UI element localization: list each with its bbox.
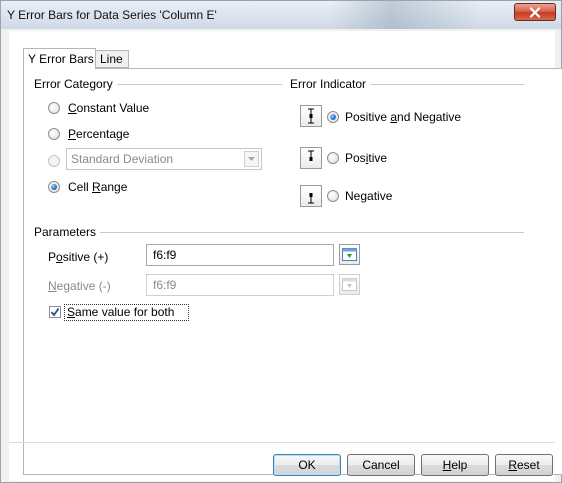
percentage-label[interactable]: Percentage bbox=[68, 127, 129, 141]
tab-line[interactable]: Line bbox=[95, 50, 129, 68]
cell-range-select-icon bbox=[342, 248, 357, 261]
ok-button[interactable]: OK bbox=[273, 454, 341, 476]
negative-range-input[interactable]: f6:f9 bbox=[146, 274, 334, 296]
help-button[interactable]: Help bbox=[421, 454, 489, 476]
positive-label-post: tive bbox=[368, 151, 388, 165]
positive-and-negative-label[interactable]: Positive and Negative bbox=[345, 110, 461, 124]
percentage-label-key: P bbox=[68, 127, 77, 141]
cancel-button[interactable]: Cancel bbox=[347, 454, 415, 476]
cell-range-label-pre: Cell bbox=[68, 180, 93, 194]
positive-range-label-post: sitive (+) bbox=[62, 250, 109, 264]
window-title: Y Error Bars for Data Series 'Column E' bbox=[7, 8, 217, 22]
reset-button[interactable]: Reset bbox=[495, 454, 553, 476]
reset-label-post: eset bbox=[516, 458, 540, 472]
positive-label-pre: Pos bbox=[345, 151, 366, 165]
same-value-label[interactable]: Same value for both bbox=[67, 305, 174, 319]
negative-range-label: Negative (-) bbox=[48, 279, 111, 293]
cell-range-radio[interactable] bbox=[48, 181, 60, 193]
positive-icon bbox=[300, 147, 322, 169]
title-bar[interactable]: Y Error Bars for Data Series 'Column E' bbox=[1, 1, 561, 29]
help-label-post: elp bbox=[451, 458, 468, 472]
positive-and-negative-icon bbox=[300, 105, 322, 127]
tab-panel: Error Category Constant Value Percentage… bbox=[23, 68, 562, 475]
close-button[interactable] bbox=[514, 3, 556, 21]
negative-icon bbox=[300, 185, 322, 207]
constant-value-radio[interactable] bbox=[48, 102, 60, 114]
standard-deviation-select[interactable]: Standard Deviation bbox=[66, 148, 262, 170]
positive-range-label: Positive (+) bbox=[48, 250, 108, 264]
standard-deviation-radio[interactable] bbox=[48, 155, 60, 167]
parameters-divider bbox=[34, 232, 524, 233]
positive-and-negative-label-post: nd Negative bbox=[397, 110, 462, 124]
error-indicator-heading: Error Indicator bbox=[290, 77, 371, 91]
percentage-label-post: ercentage bbox=[76, 127, 130, 141]
negative-range-select-button[interactable] bbox=[339, 274, 360, 295]
positive-and-negative-radio[interactable] bbox=[327, 111, 339, 123]
same-value-checkbox[interactable] bbox=[49, 306, 61, 318]
dialog-window: Y Error Bars for Data Series 'Column E' … bbox=[0, 0, 562, 483]
negative-label[interactable]: Negative bbox=[345, 189, 392, 203]
error-category-heading: Error Category bbox=[34, 77, 117, 91]
positive-label[interactable]: Positive bbox=[345, 151, 387, 165]
cell-range-label-post: ange bbox=[100, 180, 128, 194]
footer-divider bbox=[9, 442, 555, 443]
negative-range-label-key: N bbox=[48, 279, 57, 293]
cell-range-label-key: R bbox=[92, 180, 101, 194]
positive-and-negative-label-pre: Positive bbox=[345, 110, 391, 124]
negative-range-label-post: egative (-) bbox=[56, 279, 111, 293]
constant-value-label-post: onstant Value bbox=[76, 101, 150, 115]
same-value-label-key: S bbox=[67, 305, 76, 319]
chevron-down-icon[interactable] bbox=[244, 151, 259, 167]
tab-y-error-bars[interactable]: Y Error Bars bbox=[23, 48, 96, 69]
parameters-heading: Parameters bbox=[34, 225, 101, 239]
negative-label-pre: Ne bbox=[345, 189, 361, 203]
cell-range-label[interactable]: Cell Range bbox=[68, 180, 127, 194]
constant-value-label[interactable]: Constant Value bbox=[68, 101, 149, 115]
cell-range-select-icon bbox=[342, 278, 357, 291]
title-bar-glass bbox=[331, 1, 481, 29]
positive-radio[interactable] bbox=[327, 152, 339, 164]
reset-label-key: R bbox=[508, 458, 517, 472]
standard-deviation-select-value: Standard Deviation bbox=[71, 152, 174, 166]
same-value-label-post: ame value for both bbox=[75, 305, 175, 319]
constant-value-label-key: C bbox=[68, 101, 77, 115]
positive-range-input[interactable]: f6:f9 bbox=[146, 244, 334, 266]
negative-label-post: ative bbox=[367, 189, 393, 203]
negative-radio[interactable] bbox=[327, 190, 339, 202]
positive-range-label-key: o bbox=[56, 250, 63, 264]
positive-range-select-button[interactable] bbox=[339, 244, 360, 265]
dialog-client-area: Y Error Bars Line Error Category Constan… bbox=[9, 31, 562, 481]
positive-range-label-pre: P bbox=[48, 250, 57, 264]
percentage-radio[interactable] bbox=[48, 128, 60, 140]
close-icon bbox=[529, 6, 541, 18]
